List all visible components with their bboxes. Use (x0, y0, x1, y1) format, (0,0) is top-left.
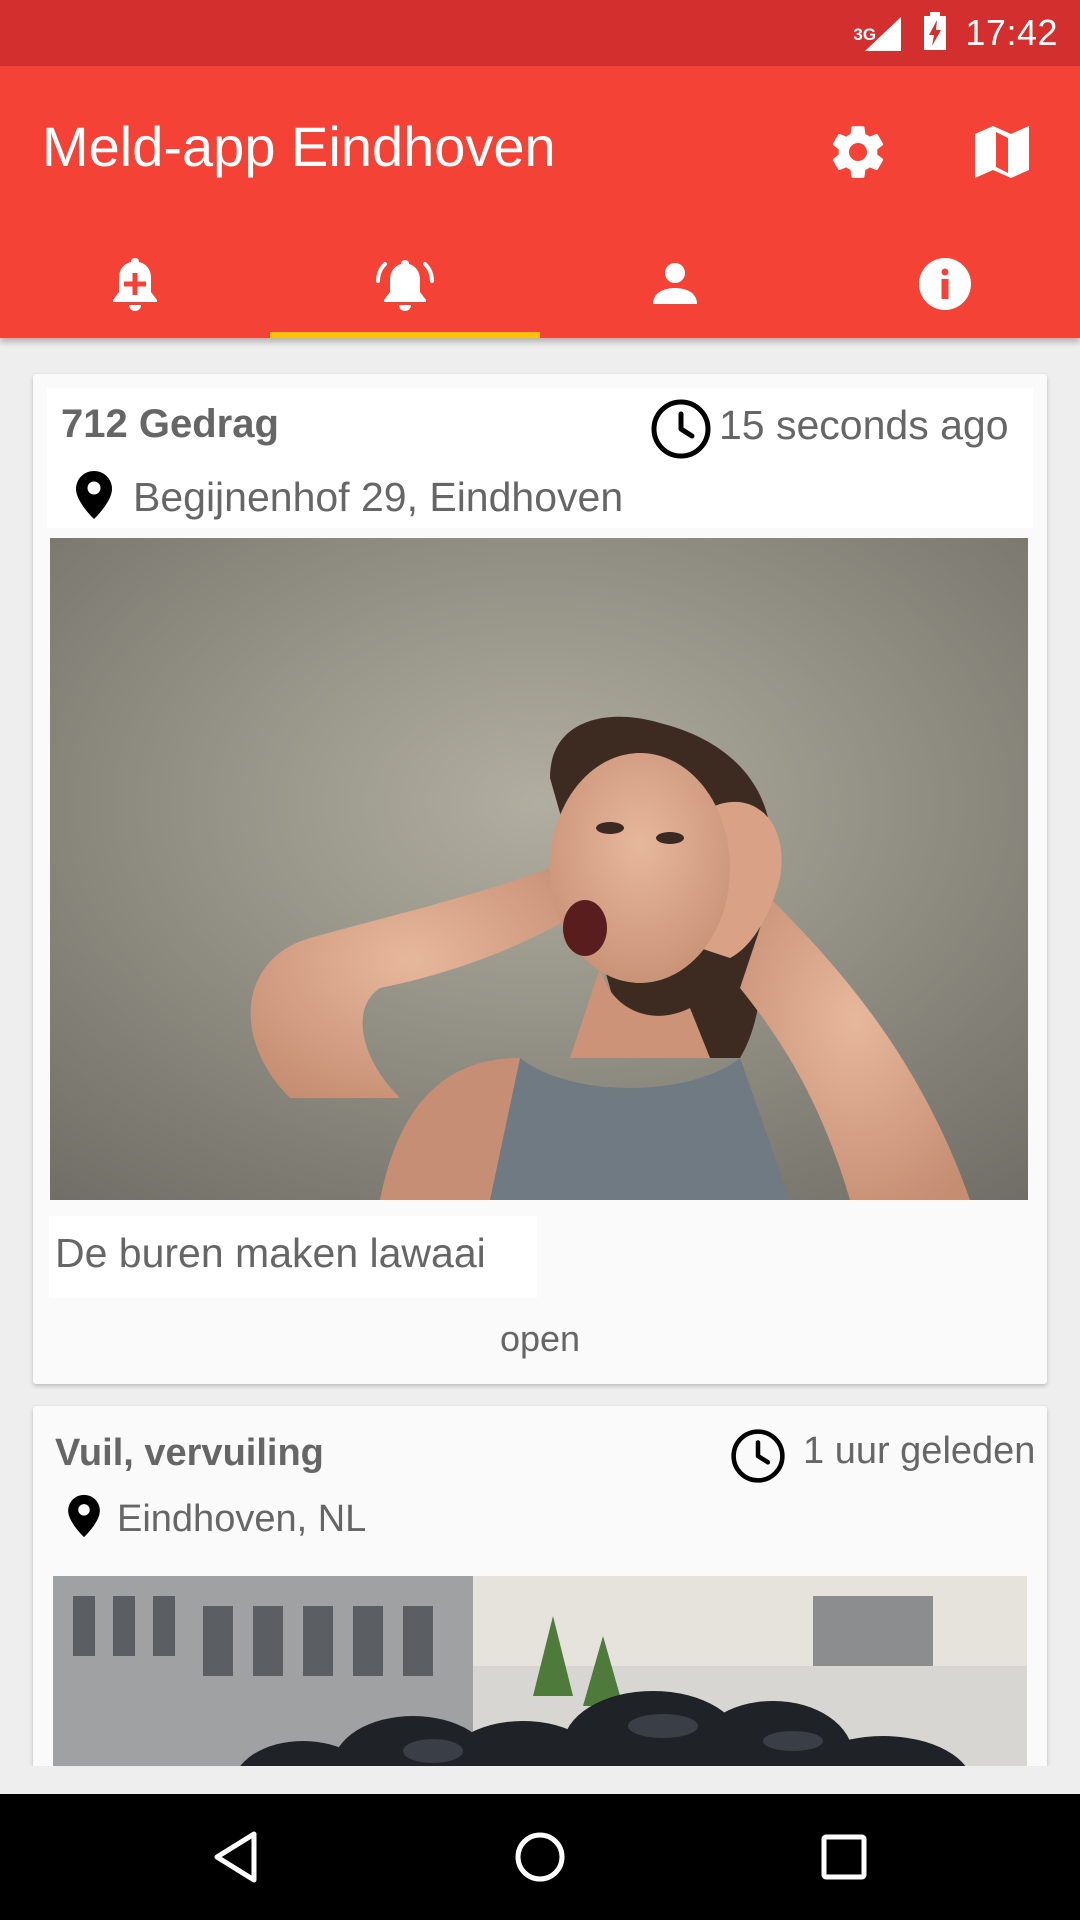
home-button[interactable] (480, 1794, 600, 1920)
info-icon (919, 258, 971, 310)
location-pin-icon (68, 1494, 100, 1538)
tab-reports[interactable] (270, 230, 540, 338)
settings-button[interactable] (822, 116, 894, 188)
report-title: Vuil, vervuiling (55, 1432, 324, 1474)
report-card[interactable]: 712 Gedrag 15 seconds ago Begijnenhof 29… (33, 374, 1047, 1384)
report-card[interactable]: Vuil, vervuiling 1 uur geleden Eindhoven… (33, 1406, 1047, 1766)
app-bar: Meld-app Eindhoven (0, 66, 1080, 338)
report-description-box: De buren maken lawaai (49, 1216, 537, 1298)
person-icon (653, 263, 697, 304)
clock-icon (651, 399, 711, 459)
clock-icon (731, 1429, 785, 1483)
signal-icon: 3G (853, 13, 905, 53)
system-nav-bar (0, 1794, 1080, 1920)
map-icon (975, 126, 1029, 178)
tab-info[interactable] (810, 230, 1080, 338)
report-photo[interactable] (50, 538, 1028, 1200)
bell-ringing-icon (376, 260, 434, 311)
report-description: De buren maken lawaai (55, 1230, 486, 1276)
back-button[interactable] (176, 1794, 296, 1920)
recents-square-icon (821, 1834, 867, 1880)
report-location: Begijnenhof 29, Eindhoven (133, 474, 624, 520)
status-bar: 3G 17:42 (0, 0, 1080, 66)
report-header: 712 Gedrag 15 seconds ago Begijnenhof 29… (47, 388, 1033, 528)
report-title: 712 Gedrag (61, 402, 279, 446)
home-circle-icon (515, 1832, 565, 1882)
report-status: open (499, 1318, 581, 1359)
gear-icon (832, 126, 884, 178)
tab-profile[interactable] (540, 230, 810, 338)
report-time: 15 seconds ago (719, 402, 1009, 448)
clock-time: 17:42 (965, 12, 1058, 53)
recents-button[interactable] (784, 1794, 904, 1920)
back-triangle-icon (214, 1831, 257, 1883)
report-time: 1 uur geleden (803, 1430, 1036, 1472)
tab-new-report[interactable] (0, 230, 270, 338)
report-location: Eindhoven, NL (117, 1498, 367, 1540)
app-title: Meld-app Eindhoven (42, 115, 556, 178)
report-feed: 712 Gedrag 15 seconds ago Begijnenhof 29… (0, 338, 1080, 1766)
tab-bar (0, 230, 1080, 338)
battery-charging-icon (923, 11, 947, 56)
location-pin-icon (76, 471, 112, 519)
map-button[interactable] (966, 116, 1038, 188)
report-photo[interactable] (53, 1576, 1027, 1766)
bell-plus-icon (113, 258, 157, 311)
